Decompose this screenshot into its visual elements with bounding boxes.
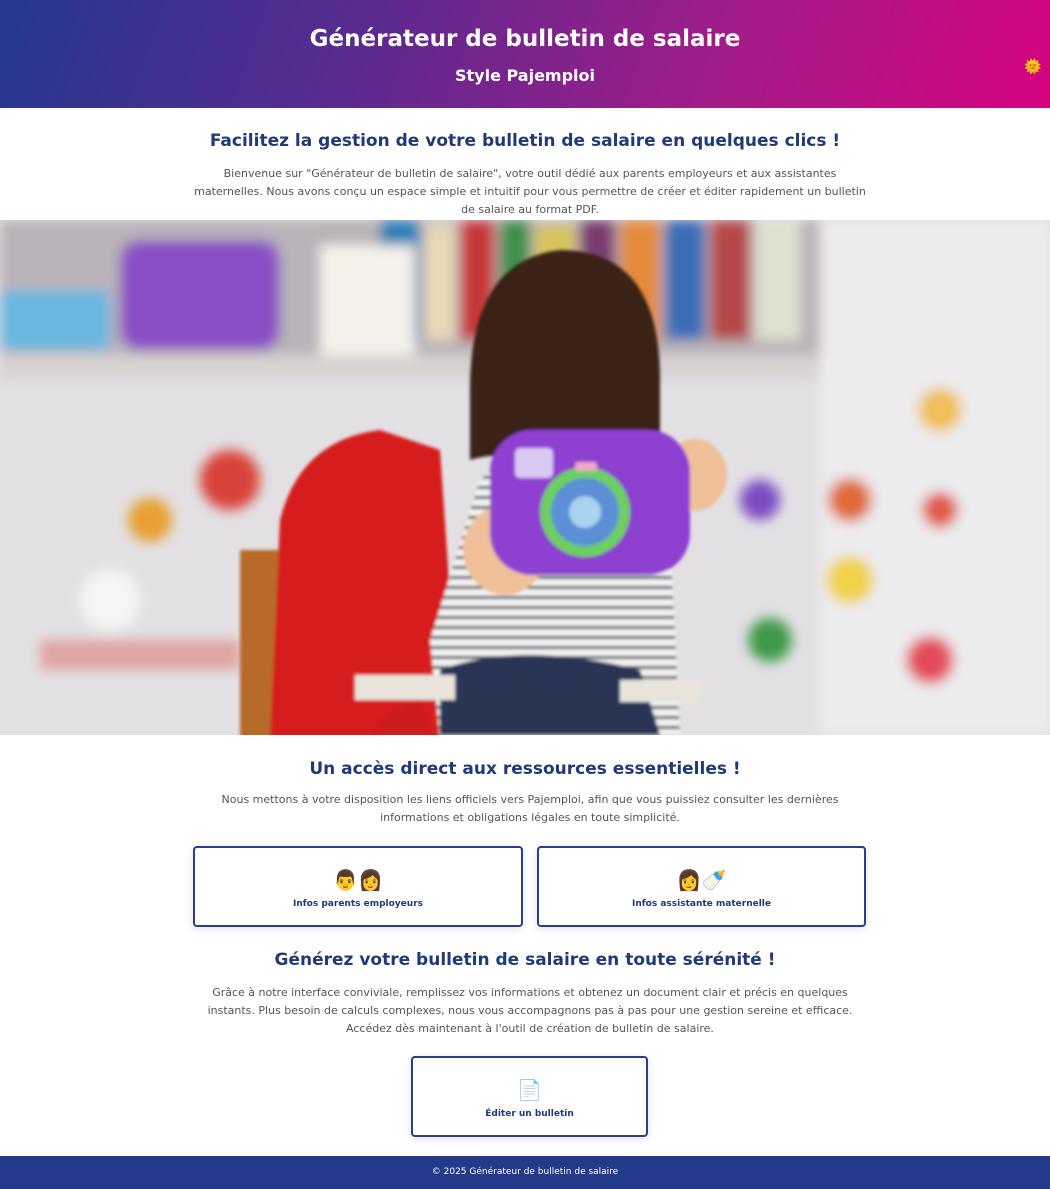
site-subtitle: Style Pajemploi [454,66,596,85]
parents-employers-link[interactable]: 👨👩 Infos parents employeurs [193,846,523,927]
nanny-info-link[interactable]: 👩🍼 Infos assistante maternelle [537,846,866,927]
site-footer: © 2025 Générateur de bulletin de salaire [0,1156,1050,1189]
edit-payslip-button[interactable]: 📄 Éditer un bulletin [411,1056,648,1137]
resources-title: Un accès direct aux ressources essentiel… [309,759,741,779]
parents-employers-label: Infos parents employeurs [293,899,423,909]
intro-text: Bienvenue sur "Générateur de bulletin de… [194,167,866,216]
hero-image [0,220,1050,735]
site-header: Générateur de bulletin de salaire Style … [0,0,1050,108]
document-icon: 📄 [517,1078,542,1102]
intro-title: Facilitez la gestion de votre bulletin d… [209,131,841,151]
site-title: Générateur de bulletin de salaire [309,26,741,52]
nanny-info-label: Infos assistante maternelle [632,899,771,909]
parents-icon: 👨👩 [333,868,383,892]
nanny-with-bottle-icon: 👩🍼 [676,868,727,892]
generate-text: Grâce à notre interface conviviale, remp… [207,986,853,1035]
edit-payslip-label: Éditer un bulletin [485,1109,574,1119]
footer-copyright: © 2025 Générateur de bulletin de salaire [431,1167,619,1177]
generate-title: Générez votre bulletin de salaire en tou… [274,950,776,970]
resources-text: Nous mettons à votre disposition les lie… [221,793,839,824]
sun-icon[interactable]: 🌞 [1024,58,1042,76]
